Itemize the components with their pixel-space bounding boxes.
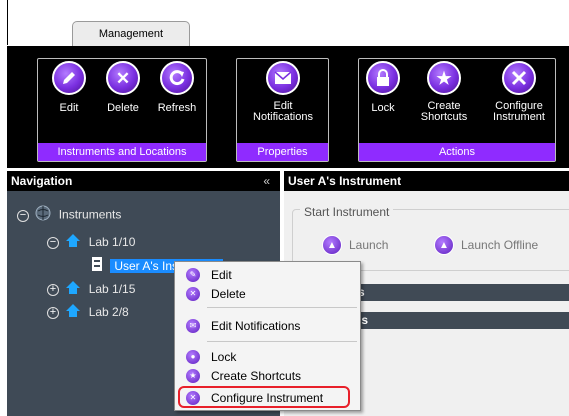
navigation-header: Navigation « [7, 171, 280, 191]
tree-label-lab-2-8: Lab 2/8 [88, 305, 129, 320]
ctx-edit[interactable]: ✎ Edit [178, 266, 358, 284]
ctx-lock-label: Lock [211, 350, 237, 364]
lock-icon: ● [186, 350, 200, 364]
ribbon-group-instruments: Edit ✕ Delete Refresh Instruments and Lo… [37, 58, 207, 162]
configure-instrument-label: Configure Instrument [493, 100, 545, 123]
tree-label-instruments: Instruments [58, 207, 122, 222]
ctx-edit-notifications[interactable]: ✉ Edit Notifications [178, 317, 358, 335]
menu-separator [207, 341, 357, 342]
tab-strip: Management [7, 0, 569, 47]
house-icon [65, 233, 81, 253]
pencil-icon [52, 61, 86, 95]
group-label-properties: Properties [237, 143, 328, 161]
expand-node-icon[interactable]: + [47, 284, 59, 296]
launch-offline-label: Launch Offline [461, 238, 539, 252]
ribbon: Edit ✕ Delete Refresh Instruments and Lo… [7, 46, 569, 168]
ctx-lock[interactable]: ● Lock [178, 348, 358, 366]
collapse-icon[interactable]: « [263, 171, 270, 191]
delete-button-label: Delete [107, 102, 139, 114]
house-icon [65, 303, 81, 323]
context-menu: ✎ Edit ✕ Delete ✉ Edit Notifications ● L… [174, 261, 361, 411]
ctx-delete[interactable]: ✕ Delete [178, 285, 358, 303]
launch-label: Launch [349, 238, 389, 252]
ctx-create-shortcuts[interactable]: ★ Create Shortcuts [178, 367, 358, 385]
launch-icon: ▲ [322, 235, 342, 255]
lock-button-label: Lock [371, 102, 395, 114]
pencil-icon: ✎ [186, 268, 200, 282]
launch-offline-button[interactable]: ▲ Launch Offline [434, 235, 538, 255]
ribbon-group-properties: Edit Notifications Properties [236, 58, 329, 162]
menu-separator [207, 307, 357, 308]
star-icon: ★ [186, 369, 200, 383]
refresh-icon [160, 61, 194, 95]
launch-button[interactable]: ▲ Launch [322, 235, 388, 255]
ctx-edit-notifications-label: Edit Notifications [211, 319, 301, 333]
ctx-edit-label: Edit [211, 268, 232, 282]
ctx-delete-label: Delete [211, 287, 246, 301]
ctx-create-shortcuts-label: Create Shortcuts [211, 369, 302, 383]
launch-offline-icon: ▲ [434, 235, 454, 255]
group-label-actions: Actions [359, 143, 555, 161]
navigation-title: Navigation [11, 174, 73, 188]
tree-item-lab-1-15[interactable]: + Lab 1/15 [47, 280, 135, 298]
create-shortcuts-button[interactable]: ★ Create Shortcuts [413, 61, 475, 141]
tools-icon [502, 61, 536, 95]
app-window: Management Edit ✕ Delete Refresh Instrum… [7, 0, 569, 416]
lock-button[interactable]: Lock [363, 61, 403, 141]
edit-button[interactable]: Edit [46, 61, 92, 141]
detail-header: User A's Instrument [284, 171, 569, 191]
tree-item-instruments[interactable]: − Instruments [17, 205, 121, 223]
tree-item-lab-1-10[interactable]: − Lab 1/10 [47, 233, 135, 251]
refresh-button-label: Refresh [157, 102, 197, 114]
collapse-node-icon[interactable]: − [47, 237, 59, 249]
tree-item-lab-2-8[interactable]: + Lab 2/8 [47, 303, 129, 321]
highlight-annotation [178, 386, 350, 408]
delete-button[interactable]: ✕ Delete [98, 61, 148, 141]
configure-instrument-button[interactable]: Configure Instrument [485, 61, 553, 141]
lock-icon [366, 61, 400, 95]
edit-notifications-button[interactable]: Edit Notifications [241, 61, 325, 141]
collapse-node-icon[interactable]: − [17, 209, 29, 222]
refresh-button[interactable]: Refresh [151, 61, 203, 141]
x-icon: ✕ [186, 287, 200, 301]
create-shortcuts-label: Create Shortcuts [420, 100, 468, 123]
edit-button-label: Edit [59, 102, 79, 114]
star-icon: ★ [427, 61, 461, 95]
tree-label-lab-1-15: Lab 1/15 [88, 282, 136, 297]
tab-management[interactable]: Management [72, 21, 190, 47]
instrument-icon [91, 256, 103, 277]
tree-label-lab-1-10: Lab 1/10 [88, 235, 136, 250]
globe-icon [35, 205, 51, 226]
x-icon: ✕ [106, 61, 140, 95]
envelope-icon: ✉ [186, 319, 200, 333]
ribbon-group-actions: Lock ★ Create Shortcuts Configure Instru… [358, 58, 556, 162]
house-icon [65, 280, 81, 300]
envelope-icon [266, 61, 300, 95]
edit-notifications-label: Edit Notifications [253, 100, 313, 123]
expand-node-icon[interactable]: + [47, 307, 59, 319]
group-label-instruments: Instruments and Locations [38, 143, 206, 161]
start-instrument-title: Start Instrument [300, 205, 394, 219]
